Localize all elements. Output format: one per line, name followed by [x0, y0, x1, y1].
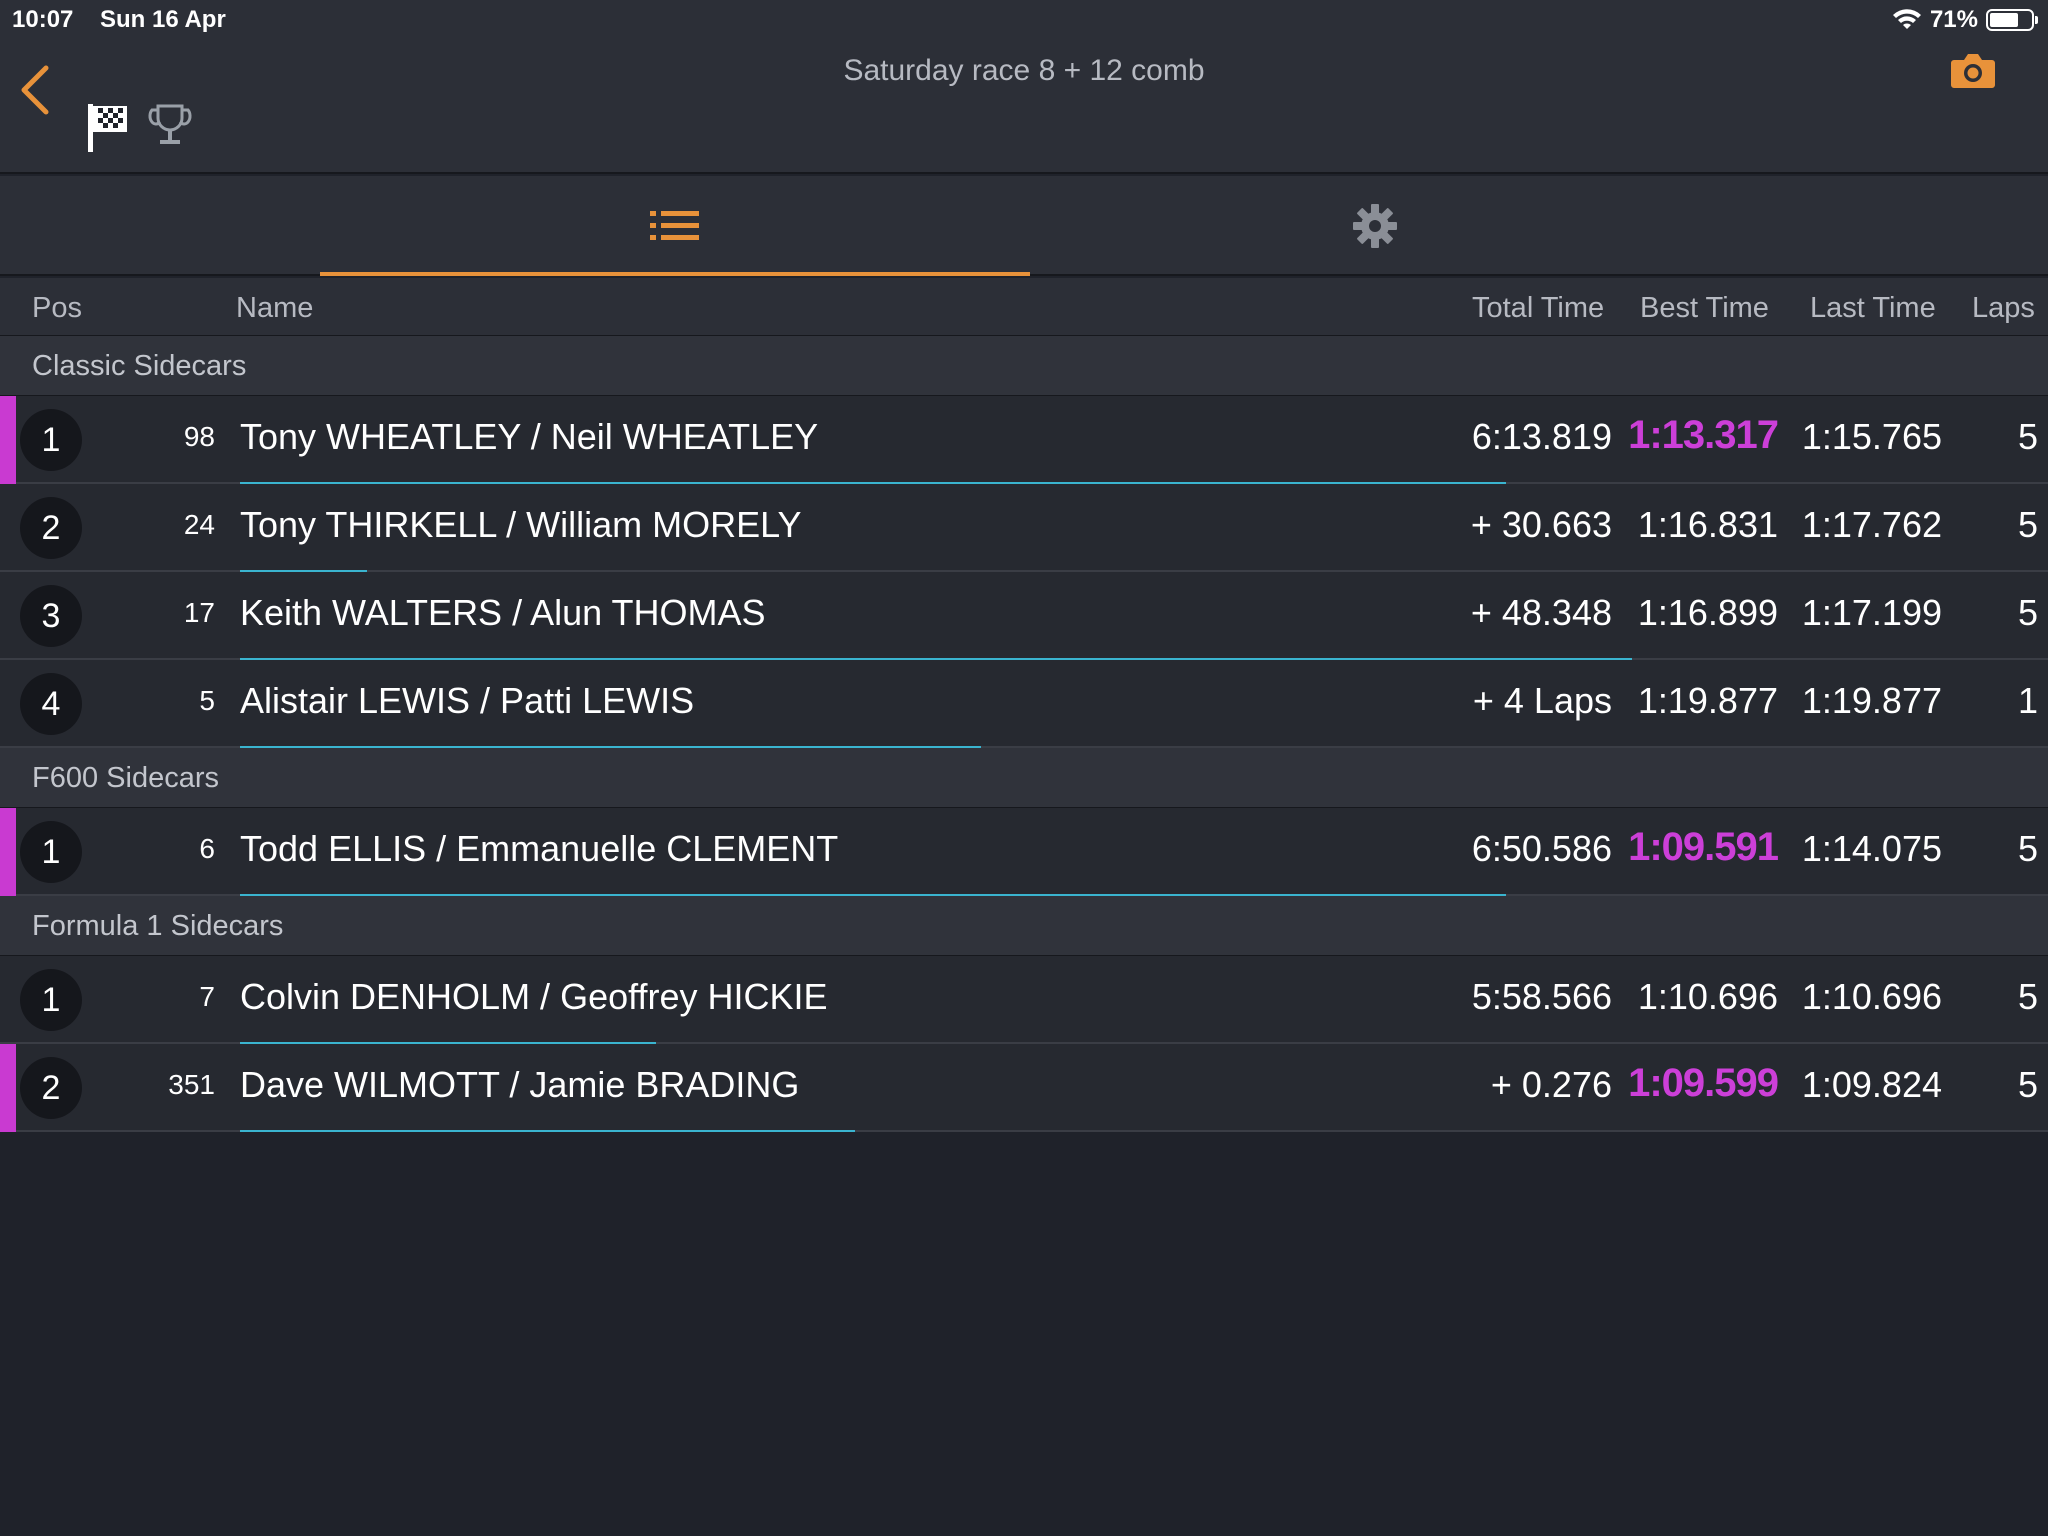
group-header: Classic Sidecars — [0, 336, 2048, 396]
column-total-time[interactable]: Total Time — [1472, 292, 1604, 325]
laps-count: 1 — [2017, 680, 2038, 721]
position-badge: 1 — [20, 969, 82, 1031]
last-time: 1:14.075 — [1801, 828, 1942, 869]
best-time: 1:16.899 — [1637, 592, 1778, 633]
position-badge: 1 — [20, 821, 82, 883]
last-time: 1:15.765 — [1801, 416, 1942, 457]
best-time: 1:16.831 — [1637, 504, 1778, 545]
column-headers: Pos Name Total Time Best Time Last Time … — [0, 278, 2048, 336]
racer-number: 6 — [199, 833, 215, 864]
tab-settings[interactable] — [1020, 176, 1730, 276]
trophy-icon[interactable] — [148, 102, 192, 150]
total-time: + 4 Laps — [1472, 680, 1612, 721]
group-header: Formula 1 Sidecars — [0, 896, 2048, 956]
total-time: 6:13.819 — [1471, 416, 1612, 457]
page-title: Saturday race 8 + 12 comb — [843, 54, 1205, 87]
laps-count: 5 — [2017, 416, 2038, 457]
results-list: Classic Sidecars 1 98 Tony WHEATLEY / Neil … — [0, 336, 2048, 1132]
battery-level — [1990, 13, 2019, 27]
fastest-lap-marker — [0, 808, 16, 896]
list-icon — [650, 211, 699, 240]
result-row[interactable]: 1 98 Tony WHEATLEY / Neil WHEATLEY 6:13.819… — [0, 396, 2048, 484]
best-time: 1:09.591 — [1628, 825, 1779, 869]
best-time: 1:13.317 — [1628, 413, 1779, 457]
racer-name: Dave WILMOTT / Jamie BRADING — [240, 1064, 800, 1105]
battery-icon — [1986, 9, 2038, 31]
camera-icon — [1951, 54, 1995, 88]
column-name[interactable]: Name — [236, 292, 313, 325]
racer-number: 351 — [168, 1069, 215, 1100]
racer-number: 5 — [199, 685, 215, 716]
total-time: + 30.663 — [1470, 504, 1612, 545]
battery-percent: 71% — [1929, 6, 1978, 33]
column-best-time[interactable]: Best Time — [1640, 292, 1769, 325]
laps-count: 5 — [2017, 828, 2038, 869]
result-row[interactable]: 1 6 Todd ELLIS / Emmanuelle CLEMENT 6:50.58… — [0, 808, 2048, 896]
progress-line — [240, 894, 1506, 896]
result-row[interactable]: 2 24 Tony THIRKELL / William MORELY + 30.66… — [0, 484, 2048, 572]
group-header: F600 Sidecars — [0, 748, 2048, 808]
result-row[interactable]: 2 351 Dave WILMOTT / Jamie BRADING + 0.276 1… — [0, 1044, 2048, 1132]
total-time: + 48.348 — [1470, 592, 1612, 633]
best-time: 1:19.877 — [1637, 680, 1778, 721]
laps-count: 5 — [2017, 504, 2038, 545]
last-time: 1:17.762 — [1801, 504, 1942, 545]
status-date: Sun 16 Apr — [100, 6, 226, 33]
position-badge: 2 — [20, 1057, 82, 1119]
racer-number: 98 — [183, 421, 215, 452]
racer-number: 24 — [183, 509, 215, 540]
tab-results-list[interactable] — [320, 176, 1030, 276]
racer-name: Tony WHEATLEY / Neil WHEATLEY — [240, 416, 819, 457]
result-row[interactable]: 4 5 Alistair LEWIS / Patti LEWIS + 4 Laps 1:… — [0, 660, 2048, 748]
last-time: 1:09.824 — [1801, 1064, 1942, 1105]
camera-button[interactable] — [1950, 50, 1996, 95]
laps-count: 5 — [2017, 592, 2038, 633]
best-time: 1:10.696 — [1637, 976, 1778, 1017]
racer-number: 7 — [199, 981, 215, 1012]
total-time: 6:50.586 — [1471, 828, 1612, 869]
tab-bar — [0, 176, 2048, 276]
progress-line — [240, 746, 981, 748]
app-header: Saturday race 8 + 12 comb — [0, 40, 2048, 174]
racer-name: Tony THIRKELL / William MORELY — [240, 504, 802, 545]
laps-count: 5 — [2017, 1064, 2038, 1105]
total-time: + 0.276 — [1490, 1064, 1612, 1105]
column-last-time[interactable]: Last Time — [1810, 292, 1936, 325]
racer-name: Todd ELLIS / Emmanuelle CLEMENT — [240, 828, 839, 869]
status-right: 71% — [1892, 6, 2038, 34]
result-row[interactable]: 1 7 Colvin DENHOLM / Geoffrey HICKIE 5:58.5… — [0, 956, 2048, 1044]
last-time: 1:10.696 — [1801, 976, 1942, 1017]
last-time: 1:19.877 — [1801, 680, 1942, 721]
fastest-lap-marker — [0, 1044, 16, 1132]
laps-count: 5 — [2017, 976, 2038, 1017]
position-badge: 3 — [20, 585, 82, 647]
position-badge: 2 — [20, 497, 82, 559]
status-time: 10:07 — [12, 6, 74, 33]
gear-icon — [1353, 204, 1397, 248]
column-laps[interactable]: Laps — [1972, 292, 2035, 325]
total-time: 5:58.566 — [1471, 976, 1612, 1017]
position-badge: 1 — [20, 409, 82, 471]
column-pos[interactable]: Pos — [32, 292, 82, 325]
progress-line — [240, 1130, 855, 1132]
racer-name: Colvin DENHOLM / Geoffrey HICKIE — [240, 976, 828, 1017]
status-bar: 10:07 Sun 16 Apr 71% — [0, 0, 2048, 40]
last-time: 1:17.199 — [1801, 592, 1942, 633]
result-row[interactable]: 3 17 Keith WALTERS / Alun THOMAS + 48.348 1:… — [0, 572, 2048, 660]
best-time: 1:09.599 — [1628, 1061, 1779, 1105]
fastest-lap-marker — [0, 396, 16, 484]
racer-name: Keith WALTERS / Alun THOMAS — [240, 592, 766, 633]
checkered-flag-icon[interactable] — [86, 102, 130, 154]
racer-number: 17 — [183, 597, 215, 628]
wifi-icon — [1892, 9, 1921, 29]
position-badge: 4 — [20, 673, 82, 735]
racer-name: Alistair LEWIS / Patti LEWIS — [240, 680, 695, 721]
